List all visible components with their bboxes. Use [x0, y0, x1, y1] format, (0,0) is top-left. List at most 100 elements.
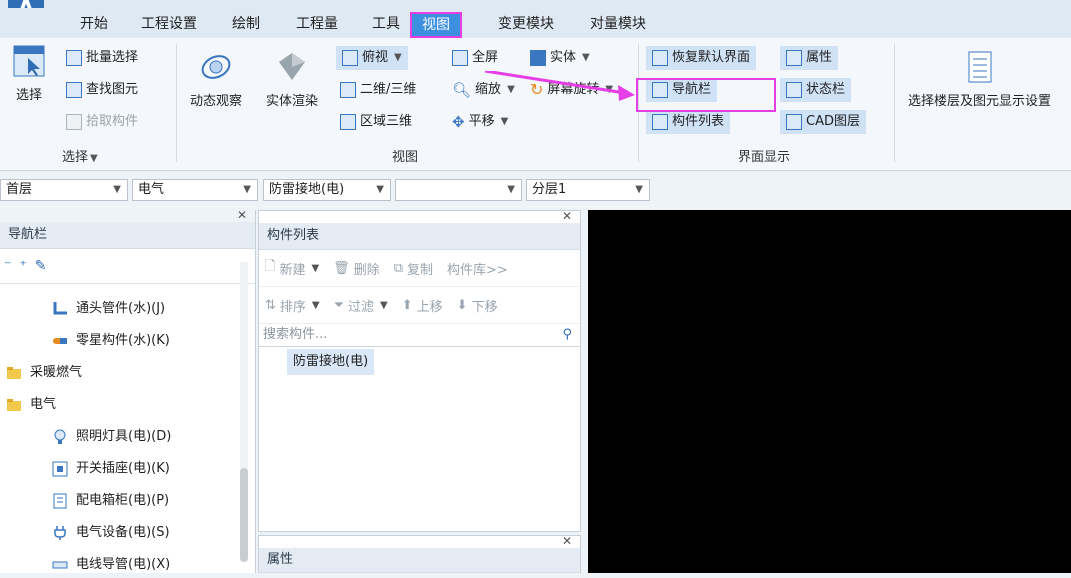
- component-list-icon: [652, 114, 668, 130]
- pipe-fitting-icon: [53, 302, 67, 315]
- drawing-canvas[interactable]: [588, 210, 1071, 573]
- tree-item-electrical[interactable]: 电气: [6, 392, 56, 418]
- solid-cube-icon: [530, 50, 546, 66]
- complist-toolbar-2: ⇅ 排序 ▼ ⏷ 过滤 ▼ ⬆ 上移 ⬇ 下移: [259, 287, 580, 324]
- tab-change-module[interactable]: 变更模块: [494, 12, 558, 36]
- move-up-button[interactable]: ⬆ 上移: [402, 296, 443, 315]
- nav-scrollbar[interactable]: [240, 262, 248, 562]
- search-icon[interactable]: ⚲: [562, 324, 572, 346]
- top-view-button[interactable]: 俯视 ▼: [336, 46, 408, 70]
- batch-select-button[interactable]: 批量选择: [66, 46, 138, 70]
- expand-all-icon[interactable]: ⁺: [19, 258, 26, 274]
- dynamic-observe-button[interactable]: 动态观察: [190, 50, 242, 109]
- tree-item-switch-socket[interactable]: 开关插座(电)(K): [52, 456, 170, 482]
- tab-start[interactable]: 开始: [74, 12, 114, 36]
- pick-component-button[interactable]: 拾取构件: [66, 110, 138, 134]
- tree-item-label: 零星构件(水)(K): [76, 333, 170, 348]
- statusbar-toggle-button[interactable]: 状态栏: [780, 78, 852, 102]
- cad-layer-label: CAD图层: [806, 114, 860, 129]
- tree-item-misc-component[interactable]: 零星构件(水)(K): [52, 328, 170, 354]
- properties-panel: ✕ 属性: [258, 534, 581, 573]
- properties-toggle-button[interactable]: 属性: [780, 46, 839, 70]
- plug-icon: [54, 526, 66, 540]
- solid-render-button[interactable]: 实体渲染: [266, 50, 318, 109]
- tree-item-distribution-box[interactable]: 配电箱柜(电)(P): [52, 488, 169, 514]
- complist-toolbar-1: 🗋︎ 新建 ▼ 🗑︎ 删除 ⧉ 复制 构件库>>: [259, 250, 580, 287]
- nav-close-icon[interactable]: ✕: [237, 208, 247, 222]
- 2d-3d-button[interactable]: 二维/三维: [340, 78, 416, 102]
- layer-settings-icon: [968, 51, 991, 83]
- find-element-button[interactable]: 查找图元: [66, 78, 138, 102]
- tree-item-lighting[interactable]: 照明灯具(电)(D): [52, 424, 171, 450]
- filter-bar: 首层 ▼ 电气 ▼ 防雷接地(电) ▼ ▼ 分层1 ▼: [0, 175, 1071, 205]
- fullscreen-label: 全屏: [472, 50, 499, 65]
- tab-tools[interactable]: 工具: [366, 12, 406, 36]
- filter-button[interactable]: ⏷ 过滤 ▼: [334, 296, 388, 315]
- props-close-icon[interactable]: ✕: [562, 534, 572, 548]
- collapse-all-icon[interactable]: ⁻: [4, 258, 11, 274]
- component-list-label: 构件列表: [672, 114, 725, 129]
- switch-socket-icon: [52, 461, 68, 477]
- find-element-icon: [66, 82, 82, 98]
- tree-item-label: 电气: [30, 397, 57, 412]
- sort-icon: ⇅: [265, 297, 276, 313]
- restore-default-ui-button[interactable]: 恢复默认界面: [646, 46, 757, 70]
- fullscreen-button[interactable]: 全屏: [452, 46, 498, 70]
- conduit-icon: [52, 561, 68, 569]
- blank-select[interactable]: ▼: [395, 179, 522, 201]
- component-type-select[interactable]: 防雷接地(电) ▼: [263, 179, 391, 201]
- tree-item-pipe-fitting[interactable]: 通头管件(水)(J): [52, 296, 165, 322]
- solid-mode-button[interactable]: 实体 ▼: [530, 46, 590, 70]
- top-view-label: 俯视: [362, 50, 389, 65]
- tab-project-settings[interactable]: 工程设置: [136, 12, 202, 36]
- sublayer-select-value: 分层1: [532, 182, 567, 197]
- select-group-label[interactable]: 选择 ▼: [62, 146, 98, 165]
- tab-reconcile-module[interactable]: 对量模块: [586, 12, 650, 36]
- tab-view[interactable]: 视图: [410, 12, 462, 38]
- move-down-label: 下移: [471, 299, 498, 315]
- edit-icon[interactable]: ✎: [35, 258, 47, 274]
- component-list-item[interactable]: 防雷接地(电): [287, 349, 375, 375]
- tree-item-electrical-device[interactable]: 电气设备(电)(S): [52, 520, 170, 546]
- annotation-highlight-box: [636, 78, 776, 112]
- properties-icon: [786, 50, 802, 66]
- group-divider: [894, 44, 895, 162]
- move-down-button[interactable]: ⬇ 下移: [457, 296, 498, 315]
- nav-scrollbar-thumb[interactable]: [240, 468, 248, 562]
- chevron-down-icon: ▼: [582, 52, 590, 63]
- pan-button[interactable]: ✥ 平移 ▼: [452, 110, 508, 134]
- component-search-input[interactable]: 搜索构件... ⚲: [259, 324, 580, 347]
- component-list-toggle-button[interactable]: 构件列表: [646, 110, 731, 134]
- sublayer-select[interactable]: 分层1 ▼: [526, 179, 650, 201]
- annotation-arrow-icon: [484, 71, 635, 101]
- tab-quantity[interactable]: 工程量: [290, 12, 344, 36]
- cad-layer-toggle-button[interactable]: CAD图层: [780, 110, 866, 134]
- tree-item-conduit[interactable]: 电线导管(电)(X): [52, 552, 170, 578]
- component-library-button[interactable]: 构件库>>: [447, 259, 508, 278]
- nav-toolstrip: ⁻ ⁺ ✎: [0, 249, 255, 284]
- pan-arrows-icon: ✥: [452, 113, 465, 131]
- tree-item-label: 电线导管(电)(X): [76, 557, 171, 572]
- delete-button[interactable]: 🗑︎ 删除: [333, 259, 380, 278]
- chevron-down-icon: ▼: [113, 184, 121, 195]
- tree-item-heating-gas[interactable]: 采暖燃气: [6, 360, 82, 386]
- pick-component-icon: [66, 114, 82, 130]
- select-button[interactable]: 选择: [12, 44, 46, 103]
- complist-close-icon[interactable]: ✕: [562, 209, 572, 223]
- chevron-down-icon: ▼: [380, 299, 388, 311]
- region-3d-button[interactable]: 区域三维: [340, 110, 412, 134]
- copy-button[interactable]: ⧉ 复制: [394, 259, 433, 278]
- nav-panel-title: 导航栏: [0, 222, 255, 249]
- discipline-select[interactable]: 电气 ▼: [132, 179, 258, 201]
- chevron-down-icon: ▼: [243, 184, 251, 195]
- floor-element-display-button[interactable]: 选择楼层及图元显示设置: [908, 50, 1051, 109]
- chevron-down-icon: ▼: [635, 184, 643, 195]
- statusbar-label: 状态栏: [806, 82, 846, 97]
- floor-select[interactable]: 首层 ▼: [0, 179, 128, 201]
- render-cube-icon: [279, 53, 305, 80]
- sort-label: 排序: [279, 299, 306, 315]
- tab-draw[interactable]: 绘制: [226, 12, 266, 36]
- sort-button[interactable]: ⇅ 排序 ▼: [265, 296, 320, 315]
- chevron-down-icon: ▼: [507, 184, 515, 195]
- new-button[interactable]: 🗋︎ 新建 ▼: [265, 257, 319, 279]
